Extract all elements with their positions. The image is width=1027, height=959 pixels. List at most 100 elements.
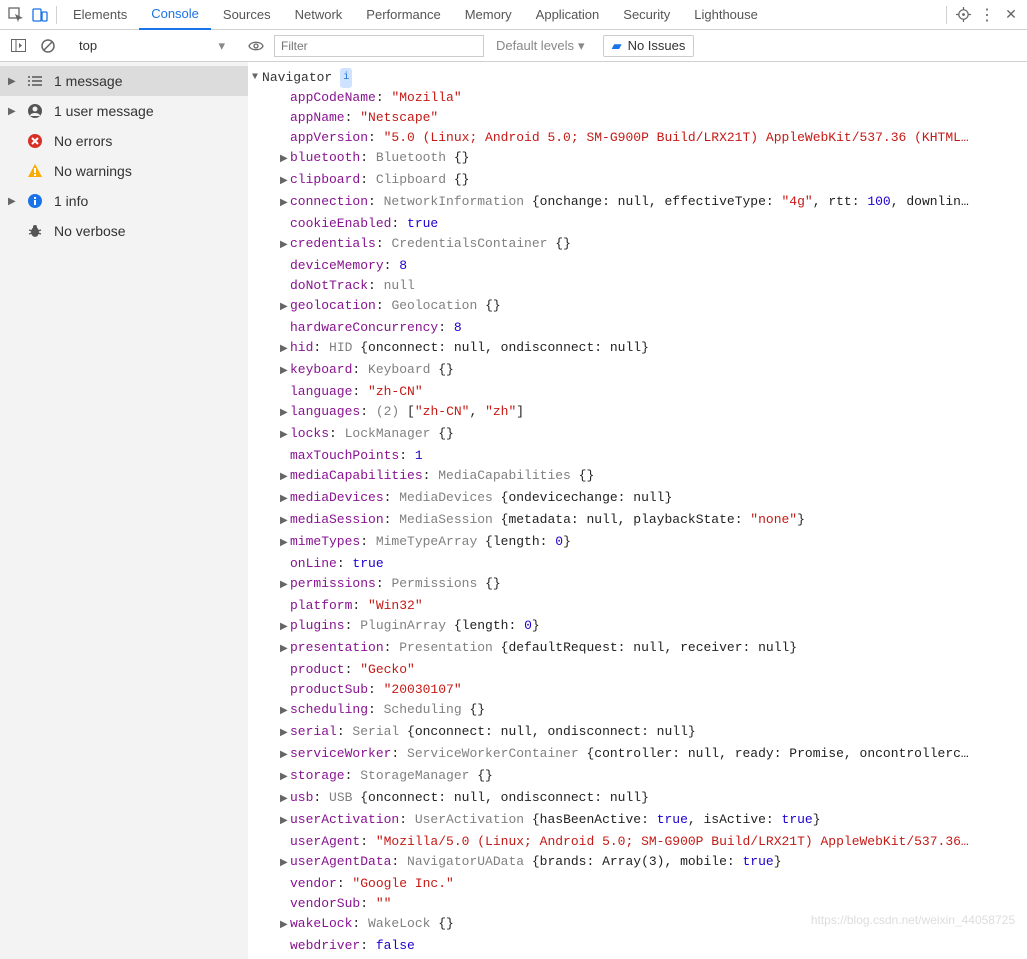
property-row[interactable]: doNotTrack: null [280,276,1027,296]
expand-triangle-icon[interactable]: ▶ [280,468,290,488]
tab-memory[interactable]: Memory [453,0,524,30]
close-icon[interactable]: ✕ [999,1,1023,29]
eye-icon[interactable] [244,34,268,58]
expand-triangle-icon[interactable]: ▶ [280,790,290,810]
property-row[interactable]: appCodeName: "Mozilla" [280,88,1027,108]
inspect-icon[interactable] [4,1,28,29]
expand-triangle-icon[interactable]: ▶ [280,298,290,318]
expand-triangle-icon[interactable]: ▶ [280,362,290,382]
property-row[interactable]: ▶plugins: PluginArray {length: 0} [280,616,1027,638]
property-row[interactable]: ▶permissions: Permissions {} [280,574,1027,596]
sidebar-row-user[interactable]: ▶1 user message [0,96,248,126]
console-subbar: top ▾ Default levels ▾ ▰ No Issues [0,30,1027,62]
expand-triangle-icon[interactable]: ▶ [8,106,16,117]
expand-triangle-icon[interactable]: ▶ [280,746,290,766]
property-row[interactable]: ▶scheduling: Scheduling {} [280,700,1027,722]
expand-triangle-icon[interactable]: ▶ [8,196,16,207]
property-row[interactable]: ▶webkitPersistentStorage: DeprecatedStor… [280,956,1027,959]
expand-triangle-icon[interactable]: ▶ [280,490,290,510]
property-row[interactable]: vendor: "Google Inc." [280,874,1027,894]
expand-triangle-icon[interactable]: ▶ [280,512,290,532]
property-row[interactable]: platform: "Win32" [280,596,1027,616]
property-row[interactable]: hardwareConcurrency: 8 [280,318,1027,338]
more-icon[interactable]: ⋮ [975,1,999,29]
property-row[interactable]: deviceMemory: 8 [280,256,1027,276]
property-row[interactable]: ▶userAgentData: NavigatorUAData {brands:… [280,852,1027,874]
property-row[interactable]: ▶mimeTypes: MimeTypeArray {length: 0} [280,532,1027,554]
expand-triangle-icon[interactable]: ▶ [280,236,290,256]
property-row[interactable]: ▶credentials: CredentialsContainer {} [280,234,1027,256]
tab-lighthouse[interactable]: Lighthouse [682,0,770,30]
expand-triangle-icon[interactable]: ▶ [280,150,290,170]
expand-triangle-icon[interactable]: ▶ [280,172,290,192]
property-row[interactable]: ▶userActivation: UserActivation {hasBeen… [280,810,1027,832]
expand-triangle-icon[interactable]: ▶ [280,812,290,832]
expand-triangle-icon[interactable]: ▶ [280,724,290,744]
property-row[interactable]: ▶locks: LockManager {} [280,424,1027,446]
expand-triangle-icon[interactable]: ▶ [280,958,290,959]
property-row[interactable]: ▶storage: StorageManager {} [280,766,1027,788]
property-row[interactable]: product: "Gecko" [280,660,1027,680]
issues-button[interactable]: ▰ No Issues [603,35,695,57]
expand-triangle-icon[interactable]: ▶ [280,702,290,722]
expand-triangle-icon[interactable]: ▶ [280,534,290,554]
property-row[interactable]: ▶languages: (2) ["zh-CN", "zh"] [280,402,1027,424]
sidebar-row-warn[interactable]: No warnings [0,156,248,186]
property-row[interactable]: ▶presentation: Presentation {defaultRequ… [280,638,1027,660]
property-row[interactable]: ▶hid: HID {onconnect: null, ondisconnect… [280,338,1027,360]
expand-triangle-icon[interactable]: ▶ [280,426,290,446]
expand-triangle-icon[interactable]: ▶ [280,768,290,788]
expand-triangle-icon[interactable]: ▶ [280,916,290,936]
property-row[interactable]: ▶geolocation: Geolocation {} [280,296,1027,318]
property-row[interactable]: language: "zh-CN" [280,382,1027,402]
tab-elements[interactable]: Elements [61,0,139,30]
property-row[interactable]: ▶serial: Serial {onconnect: null, ondisc… [280,722,1027,744]
log-levels-dropdown[interactable]: Default levels ▾ [490,38,591,54]
property-row[interactable]: webdriver: false [280,936,1027,956]
property-row[interactable]: ▶bluetooth: Bluetooth {} [280,148,1027,170]
sidebar-row-list[interactable]: ▶1 message [0,66,248,96]
property-row[interactable]: ▶serviceWorker: ServiceWorkerContainer {… [280,744,1027,766]
property-row[interactable]: ▶usb: USB {onconnect: null, ondisconnect… [280,788,1027,810]
property-row[interactable]: ▶connection: NetworkInformation {onchang… [280,192,1027,214]
expand-triangle-icon[interactable]: ▶ [280,404,290,424]
tab-security[interactable]: Security [611,0,682,30]
property-row[interactable]: productSub: "20030107" [280,680,1027,700]
object-root[interactable]: ▼ Navigator i [252,68,1027,88]
expand-triangle-icon[interactable]: ▶ [280,618,290,638]
sidebar-row-bug[interactable]: No verbose [0,216,248,246]
context-selector[interactable]: top ▾ [72,35,232,57]
property-row[interactable]: ▶mediaDevices: MediaDevices {ondevicecha… [280,488,1027,510]
property-value-p: } [563,534,571,549]
tab-sources[interactable]: Sources [211,0,283,30]
settings-icon[interactable] [951,1,975,29]
tab-console[interactable]: Console [139,0,211,30]
property-row[interactable]: appVersion: "5.0 (Linux; Android 5.0; SM… [280,128,1027,148]
sidebar-row-error[interactable]: No errors [0,126,248,156]
expand-triangle-icon[interactable]: ▶ [8,76,16,87]
tab-performance[interactable]: Performance [354,0,452,30]
collapse-triangle-icon[interactable]: ▼ [252,68,258,88]
property-row[interactable]: onLine: true [280,554,1027,574]
device-toggle-icon[interactable] [28,1,52,29]
sidebar-toggle-icon[interactable] [6,34,30,58]
tab-network[interactable]: Network [283,0,355,30]
expand-triangle-icon[interactable]: ▶ [280,340,290,360]
clear-console-icon[interactable] [36,34,60,58]
expand-triangle-icon[interactable]: ▶ [280,640,290,660]
expand-triangle-icon[interactable]: ▶ [280,194,290,214]
filter-input[interactable] [274,35,484,57]
property-row[interactable]: maxTouchPoints: 1 [280,446,1027,466]
property-row[interactable]: ▶mediaSession: MediaSession {metadata: n… [280,510,1027,532]
property-row[interactable]: ▶keyboard: Keyboard {} [280,360,1027,382]
property-row[interactable]: userAgent: "Mozilla/5.0 (Linux; Android … [280,832,1027,852]
property-row[interactable]: appName: "Netscape" [280,108,1027,128]
property-row[interactable]: ▶mediaCapabilities: MediaCapabilities {} [280,466,1027,488]
expand-triangle-icon[interactable]: ▶ [280,576,290,596]
sidebar-row-info[interactable]: ▶1 info [0,186,248,216]
property-row[interactable]: ▶clipboard: Clipboard {} [280,170,1027,192]
property-row[interactable]: cookieEnabled: true [280,214,1027,234]
tab-application[interactable]: Application [524,0,612,30]
property-row[interactable]: vendorSub: "" [280,894,1027,914]
expand-triangle-icon[interactable]: ▶ [280,854,290,874]
